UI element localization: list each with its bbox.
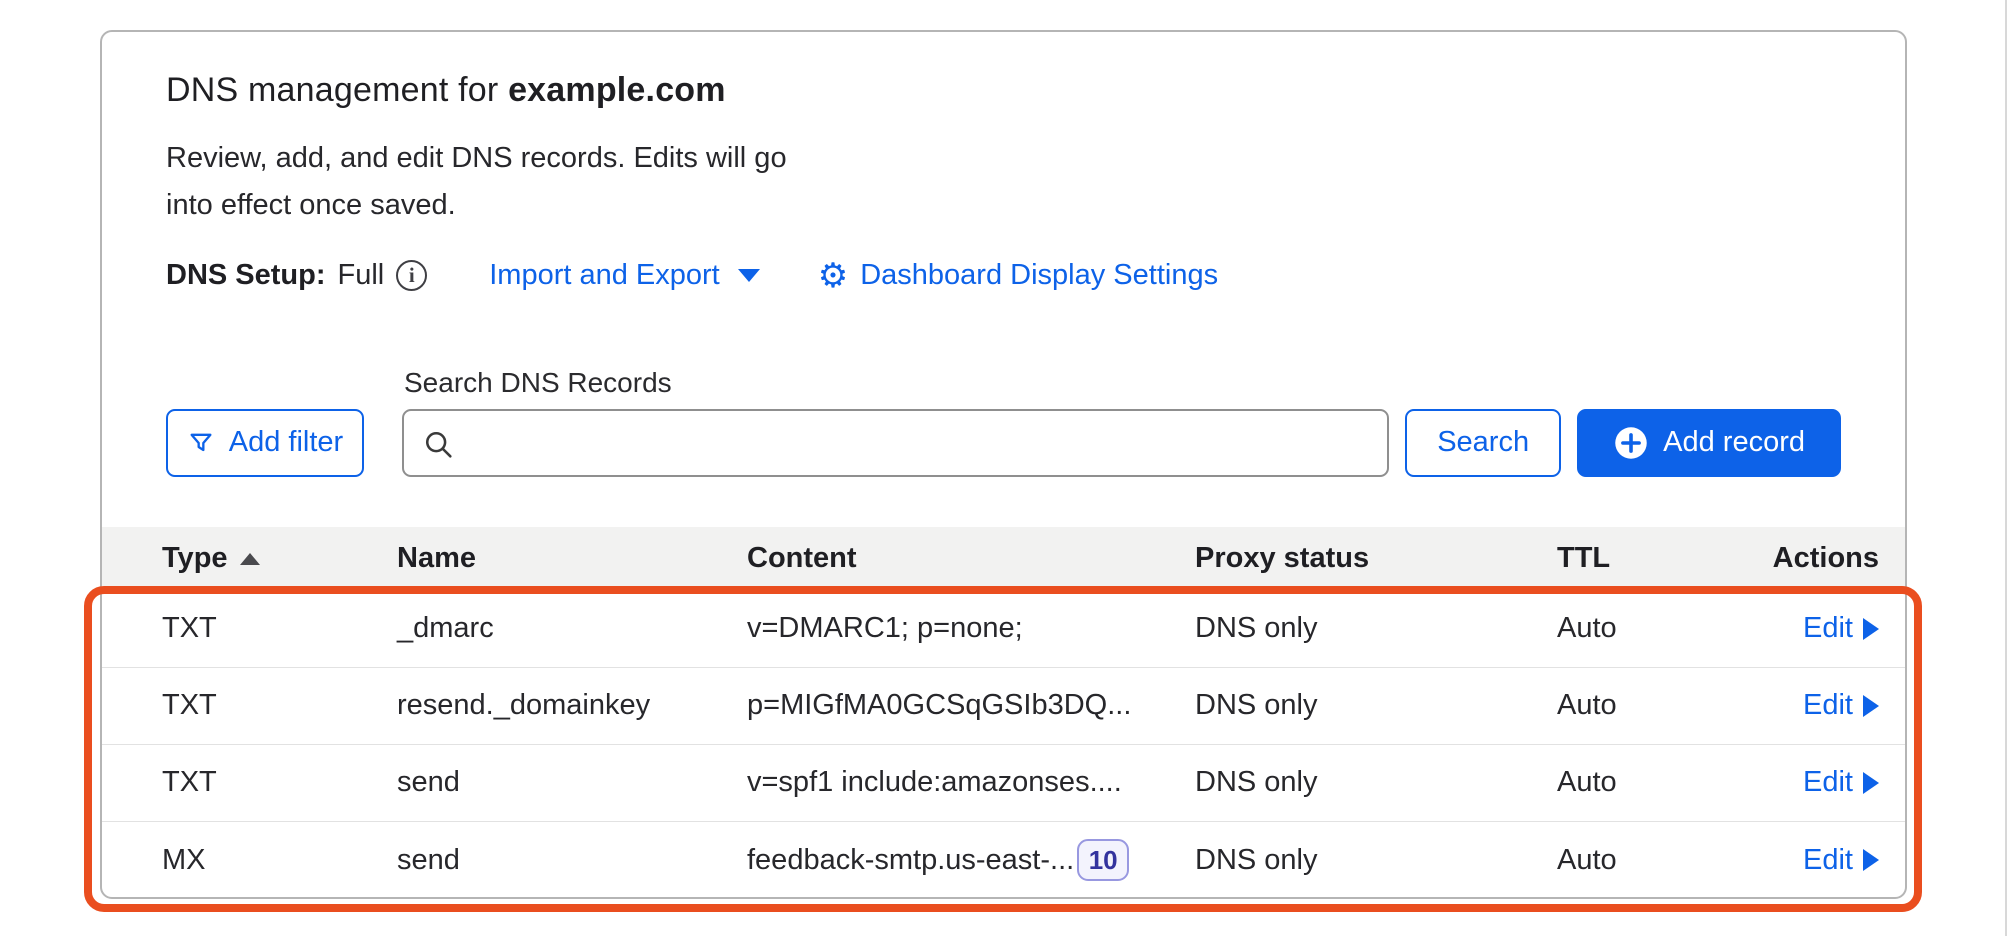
cell-name: resend._domainkey	[397, 689, 747, 722]
column-header-content[interactable]: Content	[747, 542, 1195, 575]
screen-right-edge-divider	[2005, 0, 2007, 936]
edit-label: Edit	[1803, 689, 1853, 722]
column-header-ttl-label: TTL	[1557, 542, 1610, 575]
column-header-actions: Actions	[1773, 542, 1879, 575]
table-row-domainkey-txt: TXT resend._domainkey p=MIGfMA0GCSqGSIb3…	[102, 668, 1905, 745]
edit-record-button[interactable]: Edit	[1803, 689, 1879, 722]
column-header-type-label: Type	[162, 542, 228, 575]
filter-funnel-icon	[187, 429, 215, 457]
cell-name: send	[397, 844, 747, 877]
cell-ttl: Auto	[1557, 844, 1754, 877]
cell-content: feedback-smtp.us-east-...	[747, 844, 1074, 877]
chevron-right-icon	[1863, 772, 1879, 794]
dns-records-table: Type Name Content Proxy status TTL Actio…	[102, 527, 1905, 899]
table-body: TXT _dmarc v=DMARC1; p=none; DNS only Au…	[102, 591, 1905, 899]
chevron-right-icon	[1863, 695, 1879, 717]
search-input[interactable]	[404, 411, 1387, 475]
column-header-actions-label: Actions	[1773, 542, 1879, 575]
edit-record-button[interactable]: Edit	[1803, 844, 1879, 877]
edit-label: Edit	[1803, 766, 1853, 799]
plus-circle-icon	[1613, 425, 1649, 461]
cell-ttl: Auto	[1557, 766, 1754, 799]
cell-type: TXT	[162, 766, 397, 799]
column-header-type[interactable]: Type	[162, 542, 397, 575]
cell-proxy-status: DNS only	[1195, 612, 1557, 645]
dns-setup-label: DNS Setup:	[166, 259, 326, 292]
add-filter-button[interactable]: Add filter	[166, 409, 364, 477]
dns-setup-row: DNS Setup: Full i Import and Export ⚙ Da…	[166, 255, 1905, 297]
cell-proxy-status: DNS only	[1195, 689, 1557, 722]
dns-setup-value: Full	[338, 259, 385, 292]
chevron-down-icon	[738, 269, 760, 282]
add-record-button[interactable]: Add record	[1577, 409, 1841, 477]
edit-record-button[interactable]: Edit	[1803, 766, 1879, 799]
cell-name: send	[397, 766, 747, 799]
search-label: Search DNS Records	[404, 367, 1389, 399]
cell-proxy-status: DNS only	[1195, 844, 1557, 877]
cell-name: _dmarc	[397, 612, 747, 645]
chevron-right-icon	[1863, 849, 1879, 871]
column-header-proxy-status-label: Proxy status	[1195, 542, 1369, 575]
search-group: Search DNS Records	[402, 367, 1389, 477]
page-title: DNS management for example.com	[166, 70, 1905, 111]
cell-content: v=DMARC1; p=none;	[747, 612, 1023, 645]
add-record-label: Add record	[1663, 426, 1805, 459]
column-header-ttl[interactable]: TTL	[1557, 542, 1754, 575]
mx-priority-badge: 10	[1077, 839, 1129, 881]
search-box	[402, 409, 1389, 477]
search-button[interactable]: Search	[1405, 409, 1561, 477]
chevron-right-icon	[1863, 618, 1879, 640]
cell-type: MX	[162, 844, 397, 877]
cell-content: p=MIGfMA0GCSqGSIb3DQ...	[747, 689, 1131, 722]
page-title-prefix: DNS management for	[166, 71, 508, 109]
search-icon	[422, 428, 456, 462]
column-header-content-label: Content	[747, 542, 857, 575]
cell-ttl: Auto	[1557, 689, 1754, 722]
gear-icon: ⚙	[818, 259, 848, 293]
edit-label: Edit	[1803, 612, 1853, 645]
info-icon[interactable]: i	[396, 260, 427, 291]
sort-ascending-icon	[240, 553, 260, 565]
page-subtitle: Review, add, and edit DNS records. Edits…	[166, 135, 821, 229]
column-header-name-label: Name	[397, 542, 476, 575]
records-toolbar: Add filter Search DNS Records Search Add…	[166, 367, 1841, 477]
dns-management-card: DNS management for example.com Review, a…	[100, 30, 1907, 899]
cell-content: v=spf1 include:amazonses....	[747, 766, 1122, 799]
column-header-proxy-status[interactable]: Proxy status	[1195, 542, 1557, 575]
table-row-dmarc-txt: TXT _dmarc v=DMARC1; p=none; DNS only Au…	[102, 591, 1905, 668]
import-export-label: Import and Export	[489, 259, 720, 292]
card-header: DNS management for example.com Review, a…	[102, 70, 1905, 297]
edit-record-button[interactable]: Edit	[1803, 612, 1879, 645]
cell-ttl: Auto	[1557, 612, 1754, 645]
search-button-label: Search	[1437, 426, 1529, 459]
cell-proxy-status: DNS only	[1195, 766, 1557, 799]
dashboard-settings-label: Dashboard Display Settings	[860, 259, 1218, 292]
table-row-send-mx: MX send feedback-smtp.us-east-... 10 DNS…	[102, 822, 1905, 899]
page-title-domain: example.com	[508, 71, 726, 109]
add-filter-label: Add filter	[229, 426, 343, 459]
import-export-dropdown[interactable]: Import and Export	[489, 259, 760, 292]
table-row-send-txt: TXT send v=spf1 include:amazonses.... DN…	[102, 745, 1905, 822]
edit-label: Edit	[1803, 844, 1853, 877]
dashboard-display-settings-link[interactable]: ⚙ Dashboard Display Settings	[818, 259, 1218, 293]
cell-type: TXT	[162, 612, 397, 645]
cell-type: TXT	[162, 689, 397, 722]
column-header-name[interactable]: Name	[397, 542, 747, 575]
table-header-row: Type Name Content Proxy status TTL Actio…	[102, 527, 1905, 591]
